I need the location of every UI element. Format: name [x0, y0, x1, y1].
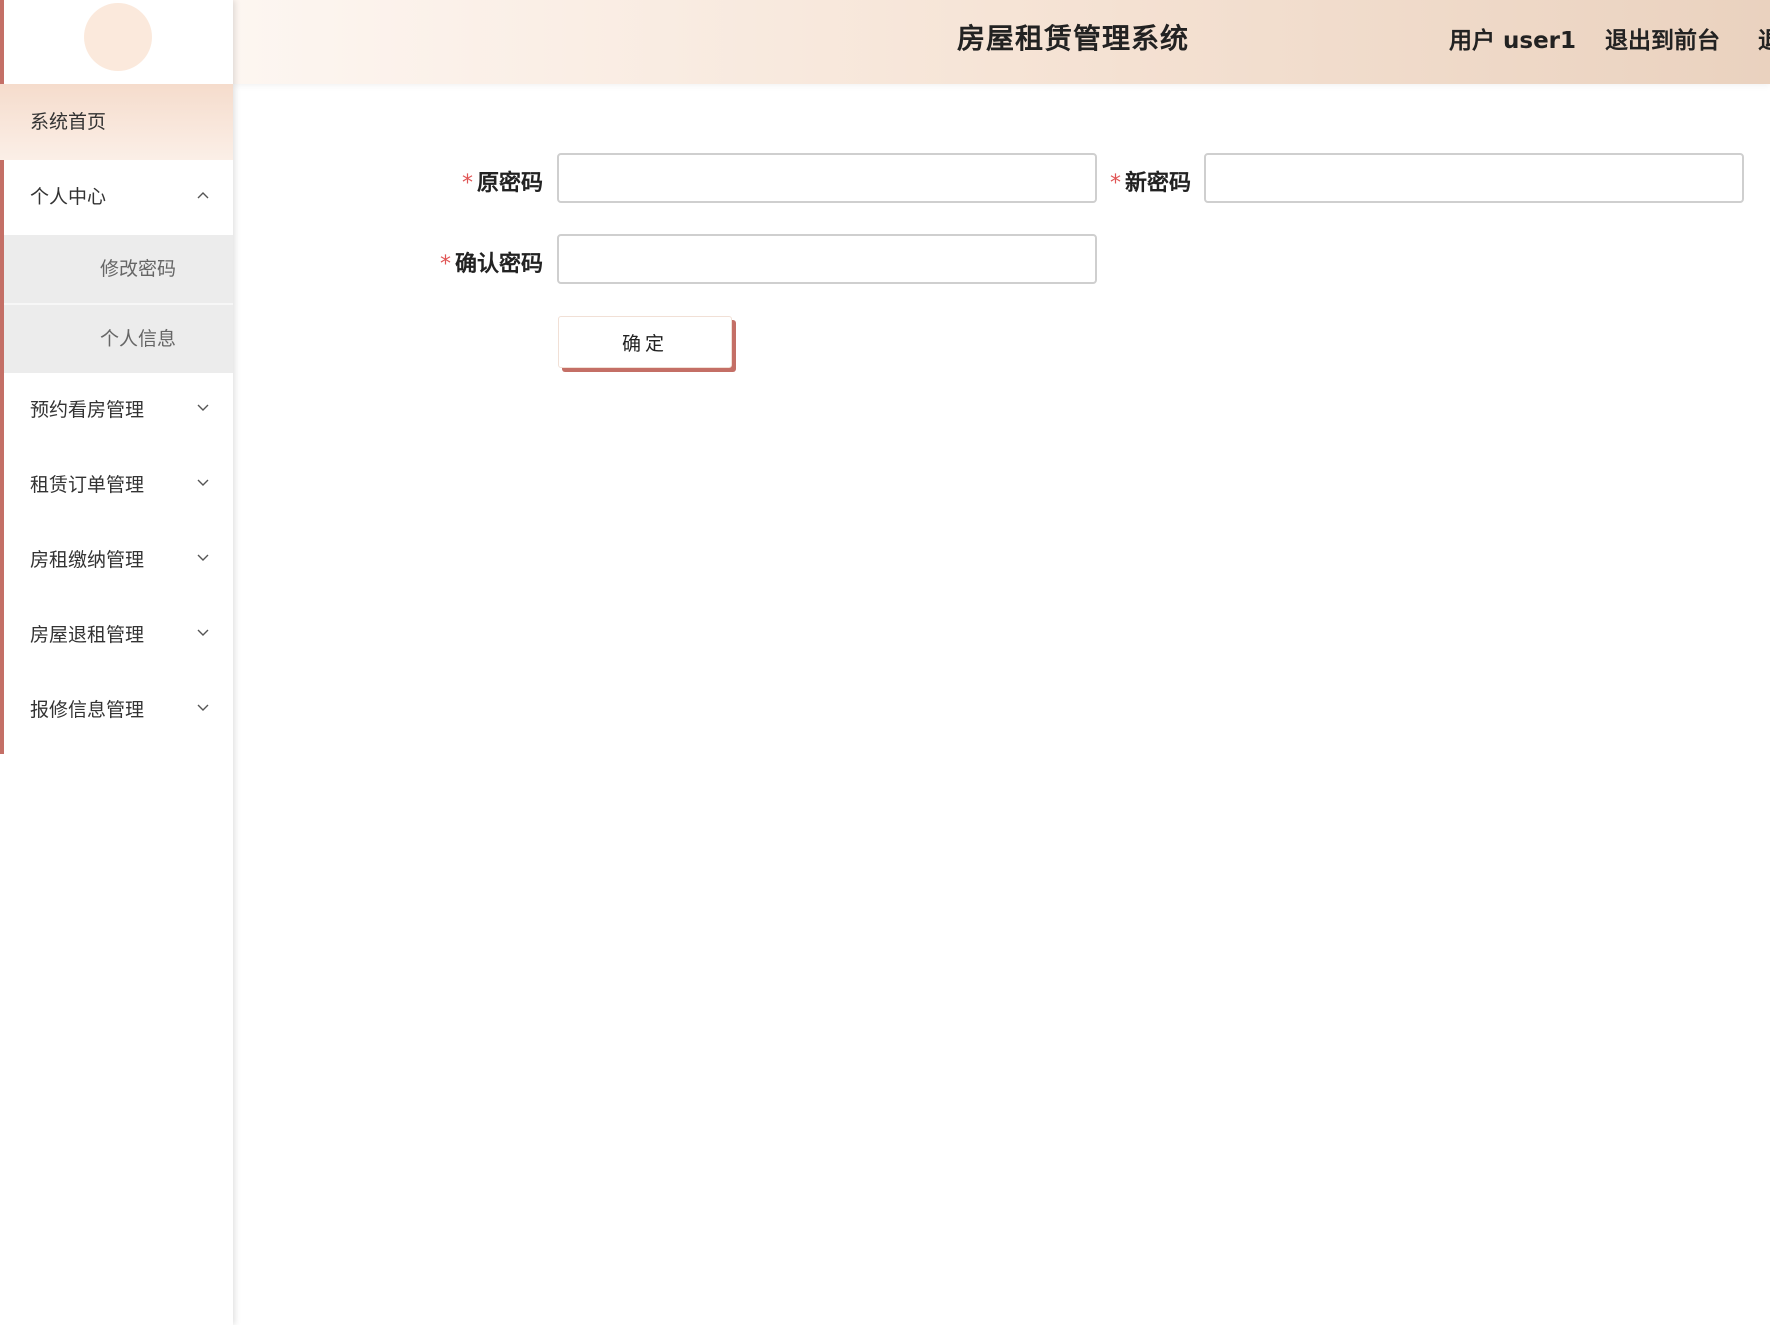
old-password-input[interactable]: [557, 153, 1097, 203]
sidebar-item-label: 房租缴纳管理: [30, 549, 145, 571]
chevron-down-icon: [197, 704, 209, 714]
sidebar-item-personal-center[interactable]: 个人中心: [0, 160, 233, 235]
sidebar-item-repair-requests[interactable]: 报修信息管理: [0, 673, 233, 748]
logout-link[interactable]: 退: [1758, 0, 1770, 82]
app-root: 系统首页 个人中心 修改密码 个人信息 预约看房管理 租赁订单管理 房租缴纳管理…: [0, 0, 1770, 1325]
required-mark: *: [462, 171, 473, 196]
required-mark: *: [440, 252, 451, 277]
sidebar-item-label: 个人中心: [30, 186, 107, 208]
sidebar-subitem-personal-info[interactable]: 个人信息: [0, 305, 233, 373]
sidebar-item-viewing-appointments[interactable]: 预约看房管理: [0, 373, 233, 448]
confirm-password-label: * 确认密码: [440, 252, 544, 277]
old-password-label: * 原密码: [462, 171, 544, 196]
sidebar-item-label: 系统首页: [30, 111, 107, 133]
chevron-up-icon: [197, 191, 209, 201]
sidebar: 系统首页 个人中心 修改密码 个人信息 预约看房管理 租赁订单管理 房租缴纳管理…: [0, 0, 233, 1325]
current-user-label: 用户 user1: [1449, 28, 1577, 54]
sidebar-submenu-personal-center: 修改密码 个人信息: [0, 235, 233, 373]
chevron-down-icon: [197, 479, 209, 489]
chevron-down-icon: [197, 404, 209, 414]
sidebar-item-label: 报修信息管理: [30, 699, 145, 721]
confirm-button[interactable]: 确定: [558, 316, 732, 368]
logo-avatar[interactable]: [84, 3, 152, 71]
app-title: 房屋租赁管理系统: [957, 22, 1190, 55]
sidebar-subitem-label: 个人信息: [100, 328, 177, 350]
sidebar-menu: 系统首页 个人中心 修改密码 个人信息 预约看房管理 租赁订单管理 房租缴纳管理…: [0, 84, 233, 748]
sidebar-item-rental-orders[interactable]: 租赁订单管理: [0, 448, 233, 523]
new-password-label: * 新密码: [1110, 171, 1192, 196]
sidebar-item-label: 租赁订单管理: [30, 474, 145, 496]
confirm-password-input[interactable]: [557, 234, 1097, 284]
sidebar-subitem-change-password[interactable]: 修改密码: [0, 235, 233, 305]
sidebar-item-label: 房屋退租管理: [30, 624, 145, 646]
new-password-input[interactable]: [1204, 153, 1744, 203]
required-mark: *: [1110, 171, 1121, 196]
sidebar-item-home[interactable]: 系统首页: [0, 84, 233, 160]
exit-to-frontend-link[interactable]: 退出到前台: [1605, 0, 1720, 82]
logo-area: [0, 0, 233, 84]
top-header: 房屋租赁管理系统 用户 user1 退出到前台 退: [233, 0, 1770, 84]
sidebar-subitem-label: 修改密码: [100, 258, 177, 280]
chevron-down-icon: [197, 554, 209, 564]
sidebar-item-lease-termination[interactable]: 房屋退租管理: [0, 598, 233, 673]
chevron-down-icon: [197, 629, 209, 639]
sidebar-item-rent-payments[interactable]: 房租缴纳管理: [0, 523, 233, 598]
sidebar-item-label: 预约看房管理: [30, 399, 145, 421]
